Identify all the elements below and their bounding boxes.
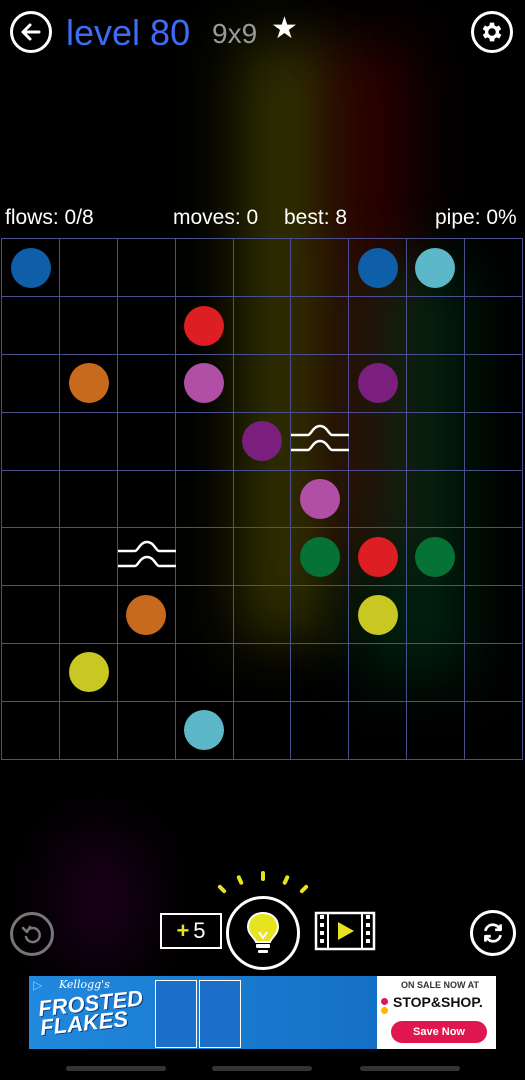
grid-line-vertical: [117, 239, 119, 759]
flow-dot-orange[interactable]: [68, 363, 109, 404]
flow-dot-dark-blue[interactable]: [10, 247, 51, 288]
flow-dot-red[interactable]: [357, 536, 398, 577]
hint-count-button[interactable]: + 5: [160, 913, 222, 949]
flow-dot-orange[interactable]: [126, 594, 167, 635]
moves-counter: moves: 0: [173, 206, 259, 229]
flow-dot-yellow[interactable]: [357, 594, 398, 635]
watch-video-button[interactable]: [314, 911, 376, 951]
grid-line-horizontal: [2, 642, 522, 644]
hint-button[interactable]: [226, 896, 300, 970]
lightbulb-icon: [246, 911, 280, 953]
background-glow-purple: [60, 840, 140, 960]
best-score: best: 8: [284, 206, 348, 229]
nav-hint-left: [66, 1066, 166, 1071]
flow-dot-purple[interactable]: [357, 363, 398, 404]
grid-line-horizontal: [2, 700, 522, 702]
plus-label: +: [176, 918, 190, 943]
grid-line-vertical: [59, 239, 61, 759]
top-bar: level 80 9x9 ★: [0, 0, 525, 70]
pipe-percentage: pipe: 0%: [435, 206, 517, 229]
undo-button[interactable]: [10, 912, 54, 956]
flow-dot-dark-blue[interactable]: [357, 247, 398, 288]
bridge-icon: [117, 540, 176, 568]
arrow-left-icon: [21, 23, 41, 41]
cereal-box-image: [155, 980, 197, 1048]
grid-line-vertical: [290, 239, 292, 759]
grid-line-vertical: [405, 239, 407, 759]
ad-store-name: STOP&SHOP.: [393, 994, 483, 1010]
bridge-icon: [290, 425, 349, 452]
flows-counter: flows: 0/8: [5, 206, 94, 229]
star-icon: ★: [271, 12, 298, 45]
flow-dot-pink[interactable]: [299, 479, 340, 519]
ad-save-button[interactable]: Save Now: [391, 1021, 487, 1043]
undo-icon: [21, 925, 41, 944]
play-icon: [338, 922, 354, 940]
gear-icon: [482, 22, 502, 42]
grid-line-horizontal: [2, 296, 522, 298]
level-title: level 80: [66, 12, 191, 53]
game-board[interactable]: [1, 238, 523, 760]
settings-button[interactable]: [471, 11, 513, 53]
flow-dot-green[interactable]: [299, 536, 340, 577]
grid-line-vertical: [174, 239, 176, 759]
flow-dot-yellow[interactable]: [68, 652, 109, 693]
grid-line-vertical: [232, 239, 234, 759]
flow-dot-cyan[interactable]: [184, 710, 225, 751]
ad-store-logo: [381, 998, 391, 1018]
flow-dot-pink[interactable]: [184, 363, 225, 404]
grid-line-vertical: [348, 239, 350, 759]
cereal-box-image: [199, 980, 241, 1048]
grid-line-horizontal: [2, 354, 522, 356]
nav-hint-center: [212, 1066, 312, 1071]
grid-line-horizontal: [2, 585, 522, 587]
grid-line-horizontal: [2, 469, 522, 471]
grid-line-horizontal: [2, 411, 522, 413]
restart-button[interactable]: [470, 910, 516, 956]
ad-product-name: FROSTED FLAKES: [36, 985, 145, 1041]
nav-hint-right: [360, 1066, 460, 1071]
ad-banner[interactable]: ▷ Kellogg's FROSTED FLAKES ON SALE NOW A…: [29, 976, 496, 1049]
refresh-icon: [484, 923, 502, 943]
flow-dot-green[interactable]: [415, 536, 456, 577]
back-button[interactable]: [10, 11, 52, 53]
flow-dot-cyan[interactable]: [415, 247, 456, 288]
flow-dot-red[interactable]: [184, 305, 225, 346]
ad-on-sale-text: ON SALE NOW AT: [401, 980, 479, 990]
hint-count-value: 5: [193, 918, 206, 943]
grid-size-label: 9x9: [212, 18, 258, 49]
grid-line-vertical: [463, 239, 465, 759]
flow-dot-purple[interactable]: [242, 421, 282, 462]
grid-line-horizontal: [2, 527, 522, 529]
ad-info-icon[interactable]: ▷: [33, 978, 47, 992]
